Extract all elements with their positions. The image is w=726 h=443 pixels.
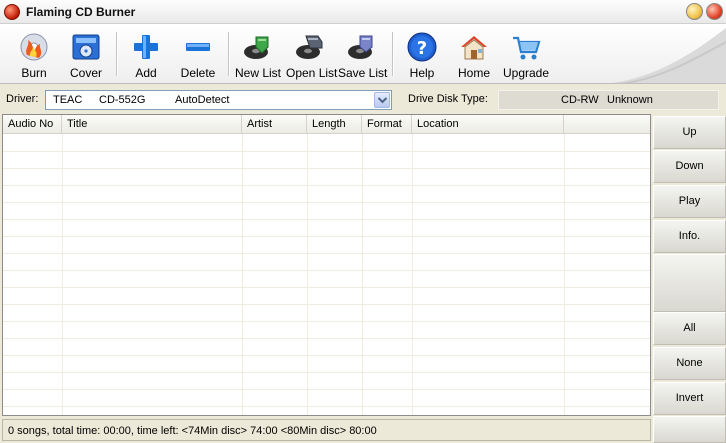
burn-button[interactable]: Burn xyxy=(10,28,58,80)
home-label: Home xyxy=(457,66,490,80)
grid-column-line xyxy=(362,134,363,415)
toolbar: Burn Cover Add Delete New List Open List… xyxy=(0,24,726,84)
grid-row-line xyxy=(3,389,650,390)
grid-row-line xyxy=(3,321,650,322)
disk-type-media: CD-RW xyxy=(561,94,599,106)
svg-text:?: ? xyxy=(417,38,427,59)
column-title[interactable]: Title xyxy=(62,115,242,133)
delete-button[interactable]: Delete xyxy=(174,28,222,80)
burn-label: Burn xyxy=(21,66,47,80)
grid-row-line xyxy=(3,287,650,288)
grid-column-line xyxy=(242,134,243,415)
grid-row-line xyxy=(3,270,650,271)
up-button[interactable]: Up xyxy=(653,116,726,149)
upgrade-label: Upgrade xyxy=(502,66,550,80)
grid-row-line xyxy=(3,219,650,220)
side-panel-filler xyxy=(653,254,726,312)
grid-row-line xyxy=(3,355,650,356)
side-button-panel: Up Down Play Info. All None Invert xyxy=(653,114,726,443)
home-button[interactable]: Home xyxy=(450,28,498,80)
new-list-icon xyxy=(244,36,269,59)
burn-cd-icon xyxy=(20,33,48,61)
new-list-label: New List xyxy=(234,66,281,80)
column-audio-no[interactable]: Audio No xyxy=(3,115,62,133)
app-icon xyxy=(4,4,20,20)
play-button[interactable]: Play xyxy=(653,185,726,218)
new-list-button[interactable]: New List xyxy=(234,28,282,80)
grid-column-line xyxy=(412,134,413,415)
grid-row-line xyxy=(3,151,650,152)
info-button[interactable]: Info. xyxy=(653,220,726,253)
cart-icon xyxy=(513,36,541,60)
toolbar-separator xyxy=(392,32,394,76)
grid-row-line xyxy=(3,185,650,186)
all-button[interactable]: All xyxy=(653,312,726,345)
song-list[interactable]: Audio No Title Artist Length Format Loca… xyxy=(2,114,651,416)
grid-row-line xyxy=(3,372,650,373)
open-list-label: Open List xyxy=(286,66,338,80)
side-panel-bottom xyxy=(653,416,726,443)
chevron-down-icon xyxy=(378,97,387,104)
driver-model: CD-552G xyxy=(99,94,146,106)
title-bar: Flaming CD Burner xyxy=(0,0,726,24)
grid-row-line xyxy=(3,406,650,407)
disk-type-status: Unknown xyxy=(607,94,653,106)
grid-column-line xyxy=(62,134,63,415)
dropdown-arrow-button[interactable] xyxy=(374,92,390,108)
minimize-button[interactable] xyxy=(686,3,703,20)
status-text: 0 songs, total time: 00:00, time left: <… xyxy=(8,425,377,437)
driver-row: Driver: TEAC CD-552G AutoDetect Drive Di… xyxy=(0,85,726,114)
driver-dropdown[interactable]: TEAC CD-552G AutoDetect xyxy=(45,90,392,110)
grid-row-line xyxy=(3,253,650,254)
toolbar-separator xyxy=(228,32,230,76)
cover-label: Cover xyxy=(69,66,102,80)
open-list-button[interactable]: Open List xyxy=(286,28,338,80)
plus-icon xyxy=(134,35,158,59)
save-list-label: Save List xyxy=(338,66,388,80)
open-list-icon xyxy=(296,35,323,59)
column-location[interactable]: Location xyxy=(412,115,564,133)
column-format[interactable]: Format xyxy=(362,115,412,133)
grid-column-line xyxy=(564,134,565,415)
grid-row-line xyxy=(3,236,650,237)
disk-type-field: CD-RW Unknown xyxy=(498,90,719,110)
disk-type-label: Drive Disk Type: xyxy=(408,93,488,105)
add-button[interactable]: Add xyxy=(122,28,170,80)
grid-row-line xyxy=(3,168,650,169)
column-artist[interactable]: Artist xyxy=(242,115,307,133)
save-list-icon xyxy=(348,35,373,59)
grid-row-line xyxy=(3,338,650,339)
driver-vendor: TEAC xyxy=(53,94,83,106)
status-bar: 0 songs, total time: 00:00, time left: <… xyxy=(2,419,651,441)
column-length[interactable]: Length xyxy=(307,115,362,133)
help-label: Help xyxy=(409,66,435,80)
list-header: Audio No Title Artist Length Format Loca… xyxy=(3,115,650,134)
window-title: Flaming CD Burner xyxy=(26,5,136,19)
driver-label: Driver: xyxy=(6,93,39,105)
home-icon xyxy=(461,36,487,60)
save-list-button[interactable]: Save List xyxy=(338,28,388,80)
minus-icon xyxy=(186,43,210,51)
cover-icon xyxy=(72,34,100,60)
decorative-swoosh xyxy=(611,28,726,83)
toolbar-separator xyxy=(116,32,118,76)
grid-row-line xyxy=(3,304,650,305)
help-button[interactable]: ? Help xyxy=(398,28,446,80)
cover-button[interactable]: Cover xyxy=(62,28,110,80)
none-button[interactable]: None xyxy=(653,347,726,380)
close-button[interactable] xyxy=(706,3,723,20)
upgrade-button[interactable]: Upgrade xyxy=(502,28,550,80)
grid-column-line xyxy=(307,134,308,415)
help-icon: ? xyxy=(407,32,437,62)
delete-label: Delete xyxy=(180,66,216,80)
invert-button[interactable]: Invert xyxy=(653,382,726,415)
add-label: Add xyxy=(135,66,157,80)
down-button[interactable]: Down xyxy=(653,150,726,183)
driver-mode: AutoDetect xyxy=(175,94,230,106)
grid-row-line xyxy=(3,202,650,203)
